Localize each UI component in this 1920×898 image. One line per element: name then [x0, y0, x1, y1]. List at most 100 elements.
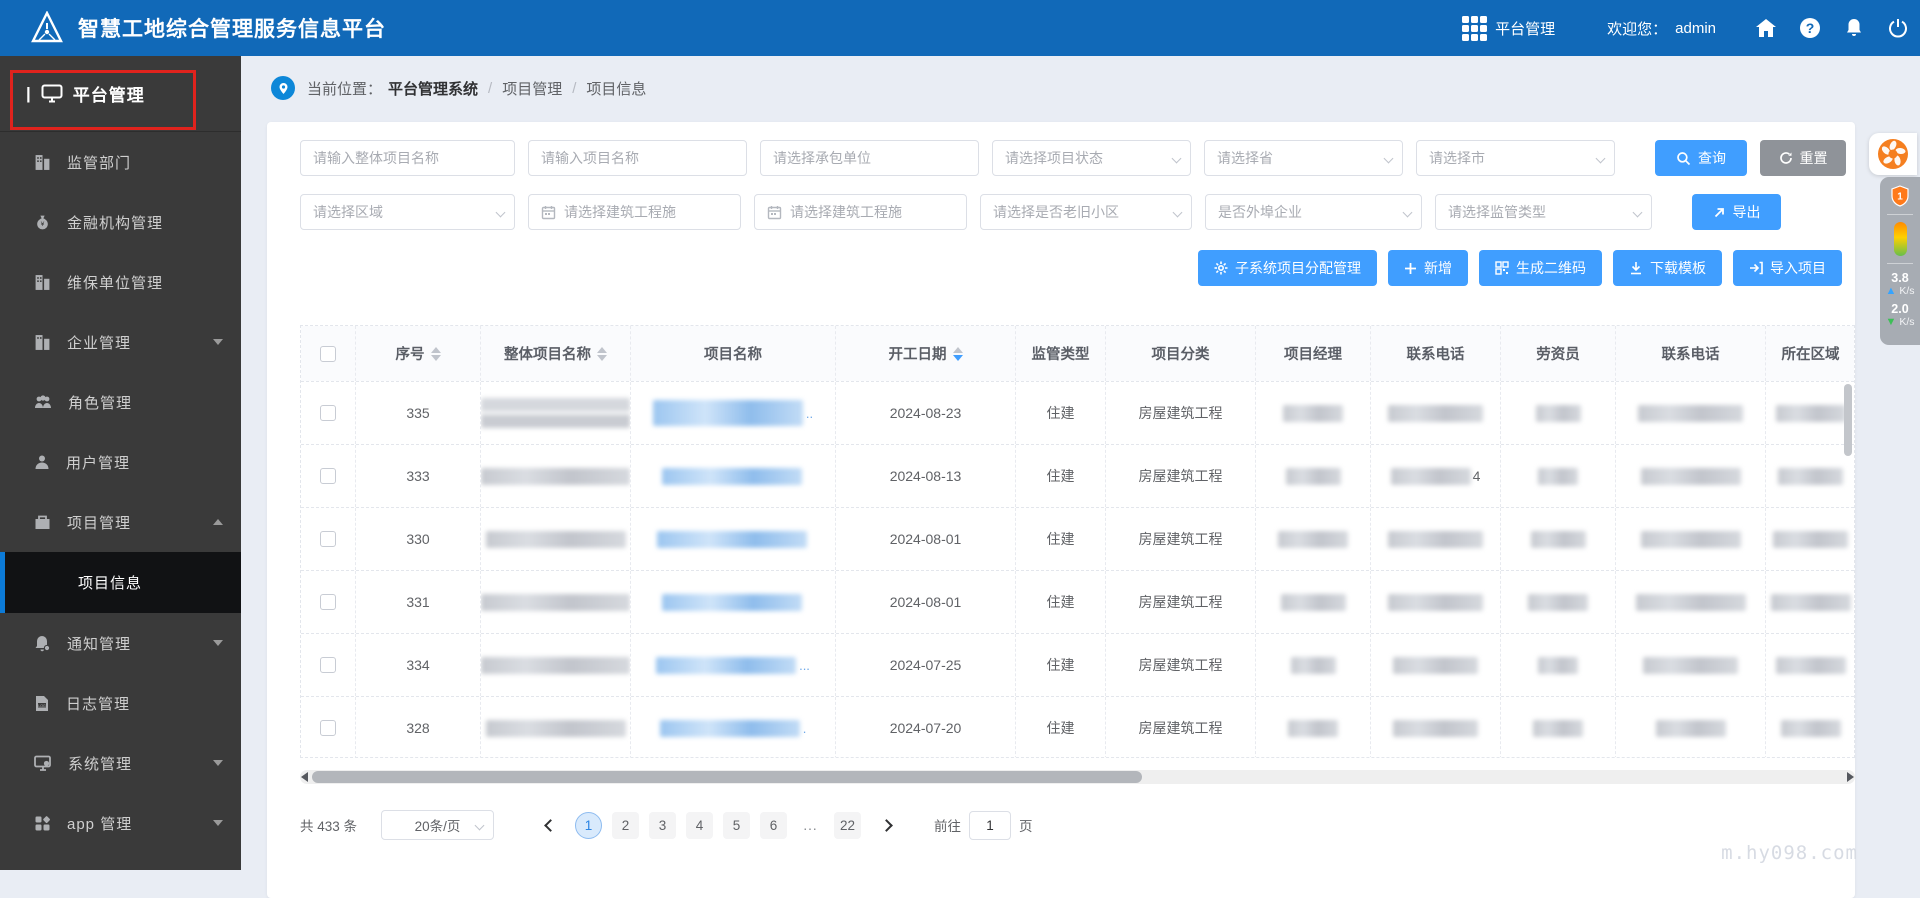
building-icon — [34, 274, 51, 291]
refresh-icon — [1779, 151, 1793, 165]
scroll-left-icon[interactable] — [301, 772, 308, 782]
page-number[interactable]: 2 — [612, 812, 639, 839]
add-button[interactable]: 新增 — [1388, 250, 1468, 286]
apps-grid-icon[interactable] — [1462, 16, 1487, 41]
subsystem-assign-button[interactable]: 子系统项目分配管理 — [1198, 250, 1377, 286]
notification-bell-icon[interactable] — [1832, 18, 1876, 38]
sidebar-home-platform[interactable]: | 平台管理 — [0, 56, 241, 132]
home-icon[interactable] — [1744, 18, 1788, 38]
browser-assistant-logo[interactable] — [1869, 133, 1917, 175]
row-checkbox[interactable] — [320, 468, 336, 484]
page-number[interactable]: 22 — [834, 812, 861, 839]
sidebar-item-notifications[interactable]: 通知管理 — [0, 613, 241, 673]
sidebar-item-finance[interactable]: ¥ 金融机构管理 — [0, 192, 241, 252]
sidebar-item-roles[interactable]: 角色管理 — [0, 372, 241, 432]
project-name-link[interactable]: . — [631, 697, 836, 758]
page-number[interactable]: 5 — [723, 812, 750, 839]
import-projects-button[interactable]: 导入项目 — [1733, 250, 1842, 286]
help-icon[interactable]: ? — [1788, 18, 1832, 38]
sidebar-item-logs[interactable]: LOG 日志管理 — [0, 673, 241, 733]
sort-overall-name[interactable] — [597, 347, 607, 361]
redacted-overall-name — [486, 720, 626, 737]
search-button[interactable]: 查询 — [1655, 140, 1747, 176]
select-all-checkbox[interactable] — [320, 346, 336, 362]
page-size-select[interactable]: 20条/页 — [381, 810, 494, 840]
redacted-cell — [1283, 405, 1343, 422]
horizontal-scrollbar[interactable] — [300, 770, 1855, 784]
sidebar-item-projects[interactable]: 项目管理 — [0, 492, 241, 552]
next-page-button[interactable] — [872, 811, 900, 839]
overall-project-name-input[interactable]: 请输入整体项目名称 — [300, 140, 515, 176]
platform-menu-button[interactable]: 平台管理 — [1495, 18, 1555, 39]
project-name-link[interactable] — [631, 445, 836, 507]
region-select[interactable]: 请选择区域 — [300, 194, 515, 230]
row-checkbox[interactable] — [320, 720, 336, 736]
redacted-cell — [1776, 405, 1846, 422]
breadcrumb-root[interactable]: 平台管理系统 — [388, 78, 478, 99]
scroll-right-icon[interactable] — [1847, 772, 1854, 782]
roles-icon — [34, 394, 52, 410]
qrcode-icon — [1495, 261, 1509, 275]
province-select[interactable]: 请选择省 — [1204, 140, 1403, 176]
contractor-select[interactable]: 请选择承包单位 — [760, 140, 979, 176]
horizontal-scroll-thumb[interactable] — [312, 771, 1142, 783]
projects-table: 序号 整体项目名称 项目名称 开工日期 监管类型 项目分类 项目经理 联系电话 … — [300, 325, 1855, 758]
sidebar-subitem-project-info[interactable]: 项目信息 — [0, 552, 241, 613]
row-checkbox[interactable] — [320, 594, 336, 610]
download-template-button[interactable]: 下载模板 — [1613, 250, 1722, 286]
sort-start-date[interactable] — [953, 347, 963, 361]
sidebar-item-enterprise[interactable]: 企业管理 — [0, 312, 241, 372]
project-name-input[interactable]: 请输入项目名称 — [528, 140, 747, 176]
page-number-current[interactable]: 1 — [575, 812, 602, 839]
sidebar-item-app[interactable]: app 管理 — [0, 793, 241, 853]
breadcrumb-level2[interactable]: 项目信息 — [586, 78, 646, 99]
chevron-down-icon — [1173, 208, 1183, 218]
project-name-link[interactable] — [631, 508, 836, 570]
calendar-icon — [541, 205, 556, 220]
plus-icon — [1404, 262, 1417, 275]
city-select[interactable]: 请选择市 — [1416, 140, 1615, 176]
main-area: 当前位置： 平台管理系统 / 项目管理 / 项目信息 请输入整体项目名称 请输入… — [241, 56, 1920, 870]
building-icon — [34, 334, 51, 351]
project-name-link[interactable]: .. — [631, 382, 836, 444]
row-checkbox[interactable] — [320, 531, 336, 547]
row-checkbox[interactable] — [320, 657, 336, 673]
sidebar-item-system[interactable]: 系统管理 — [0, 733, 241, 793]
project-status-select[interactable]: 请选择项目状态 — [992, 140, 1191, 176]
redacted-cell — [1638, 405, 1743, 422]
sidebar-item-regulator[interactable]: 监管部门 — [0, 132, 241, 192]
row-checkbox[interactable] — [320, 405, 336, 421]
sidebar-item-maintenance[interactable]: 维保单位管理 — [0, 252, 241, 312]
table-header-row: 序号 整体项目名称 项目名称 开工日期 监管类型 项目分类 项目经理 联系电话 … — [301, 326, 1854, 381]
page-number[interactable]: 4 — [686, 812, 713, 839]
goto-page-input[interactable] — [969, 811, 1011, 840]
project-box-icon — [34, 514, 51, 530]
redacted-cell — [1531, 531, 1586, 548]
project-name-link[interactable] — [631, 571, 836, 633]
project-name-link[interactable]: ... — [631, 634, 836, 696]
page-ellipsis[interactable]: ... — [797, 812, 824, 839]
old-community-select[interactable]: 请选择是否老旧小区 — [980, 194, 1192, 230]
vertical-scrollbar[interactable] — [1844, 384, 1852, 753]
reset-button[interactable]: 重置 — [1760, 140, 1846, 176]
network-monitor-widget[interactable]: 1 3.8 ▲ K/s 2.0 ▼ K/s — [1880, 177, 1920, 345]
construction-date-end-picker[interactable]: 请选择建筑工程施 — [754, 194, 967, 230]
export-button[interactable]: 导出 — [1692, 194, 1781, 230]
chevron-down-icon — [496, 208, 506, 218]
page-number[interactable]: 6 — [760, 812, 787, 839]
table-row: 333 2024-08-13 住建 房屋建筑工程 4 — [301, 444, 1854, 507]
breadcrumb-level1[interactable]: 项目管理 — [502, 78, 562, 99]
construction-date-start-picker[interactable]: 请选择建筑工程施 — [528, 194, 741, 230]
arrow-down-icon: ▼ — [1886, 316, 1897, 328]
sidebar-item-users[interactable]: 用户管理 — [0, 432, 241, 492]
generate-qrcode-button[interactable]: 生成二维码 — [1479, 250, 1602, 286]
page-number[interactable]: 3 — [649, 812, 676, 839]
chevron-down-icon — [475, 821, 485, 831]
table-row: 335 .. 2024-08-23 住建 房屋建筑工程 — [301, 381, 1854, 444]
sort-seq[interactable] — [431, 347, 441, 361]
supervision-type-select[interactable]: 请选择监管类型 — [1435, 194, 1652, 230]
prev-page-button[interactable] — [536, 811, 564, 839]
external-enterprise-select[interactable]: 是否外埠企业 — [1205, 194, 1422, 230]
redacted-cell — [1393, 657, 1478, 674]
power-logout-icon[interactable] — [1876, 18, 1920, 38]
